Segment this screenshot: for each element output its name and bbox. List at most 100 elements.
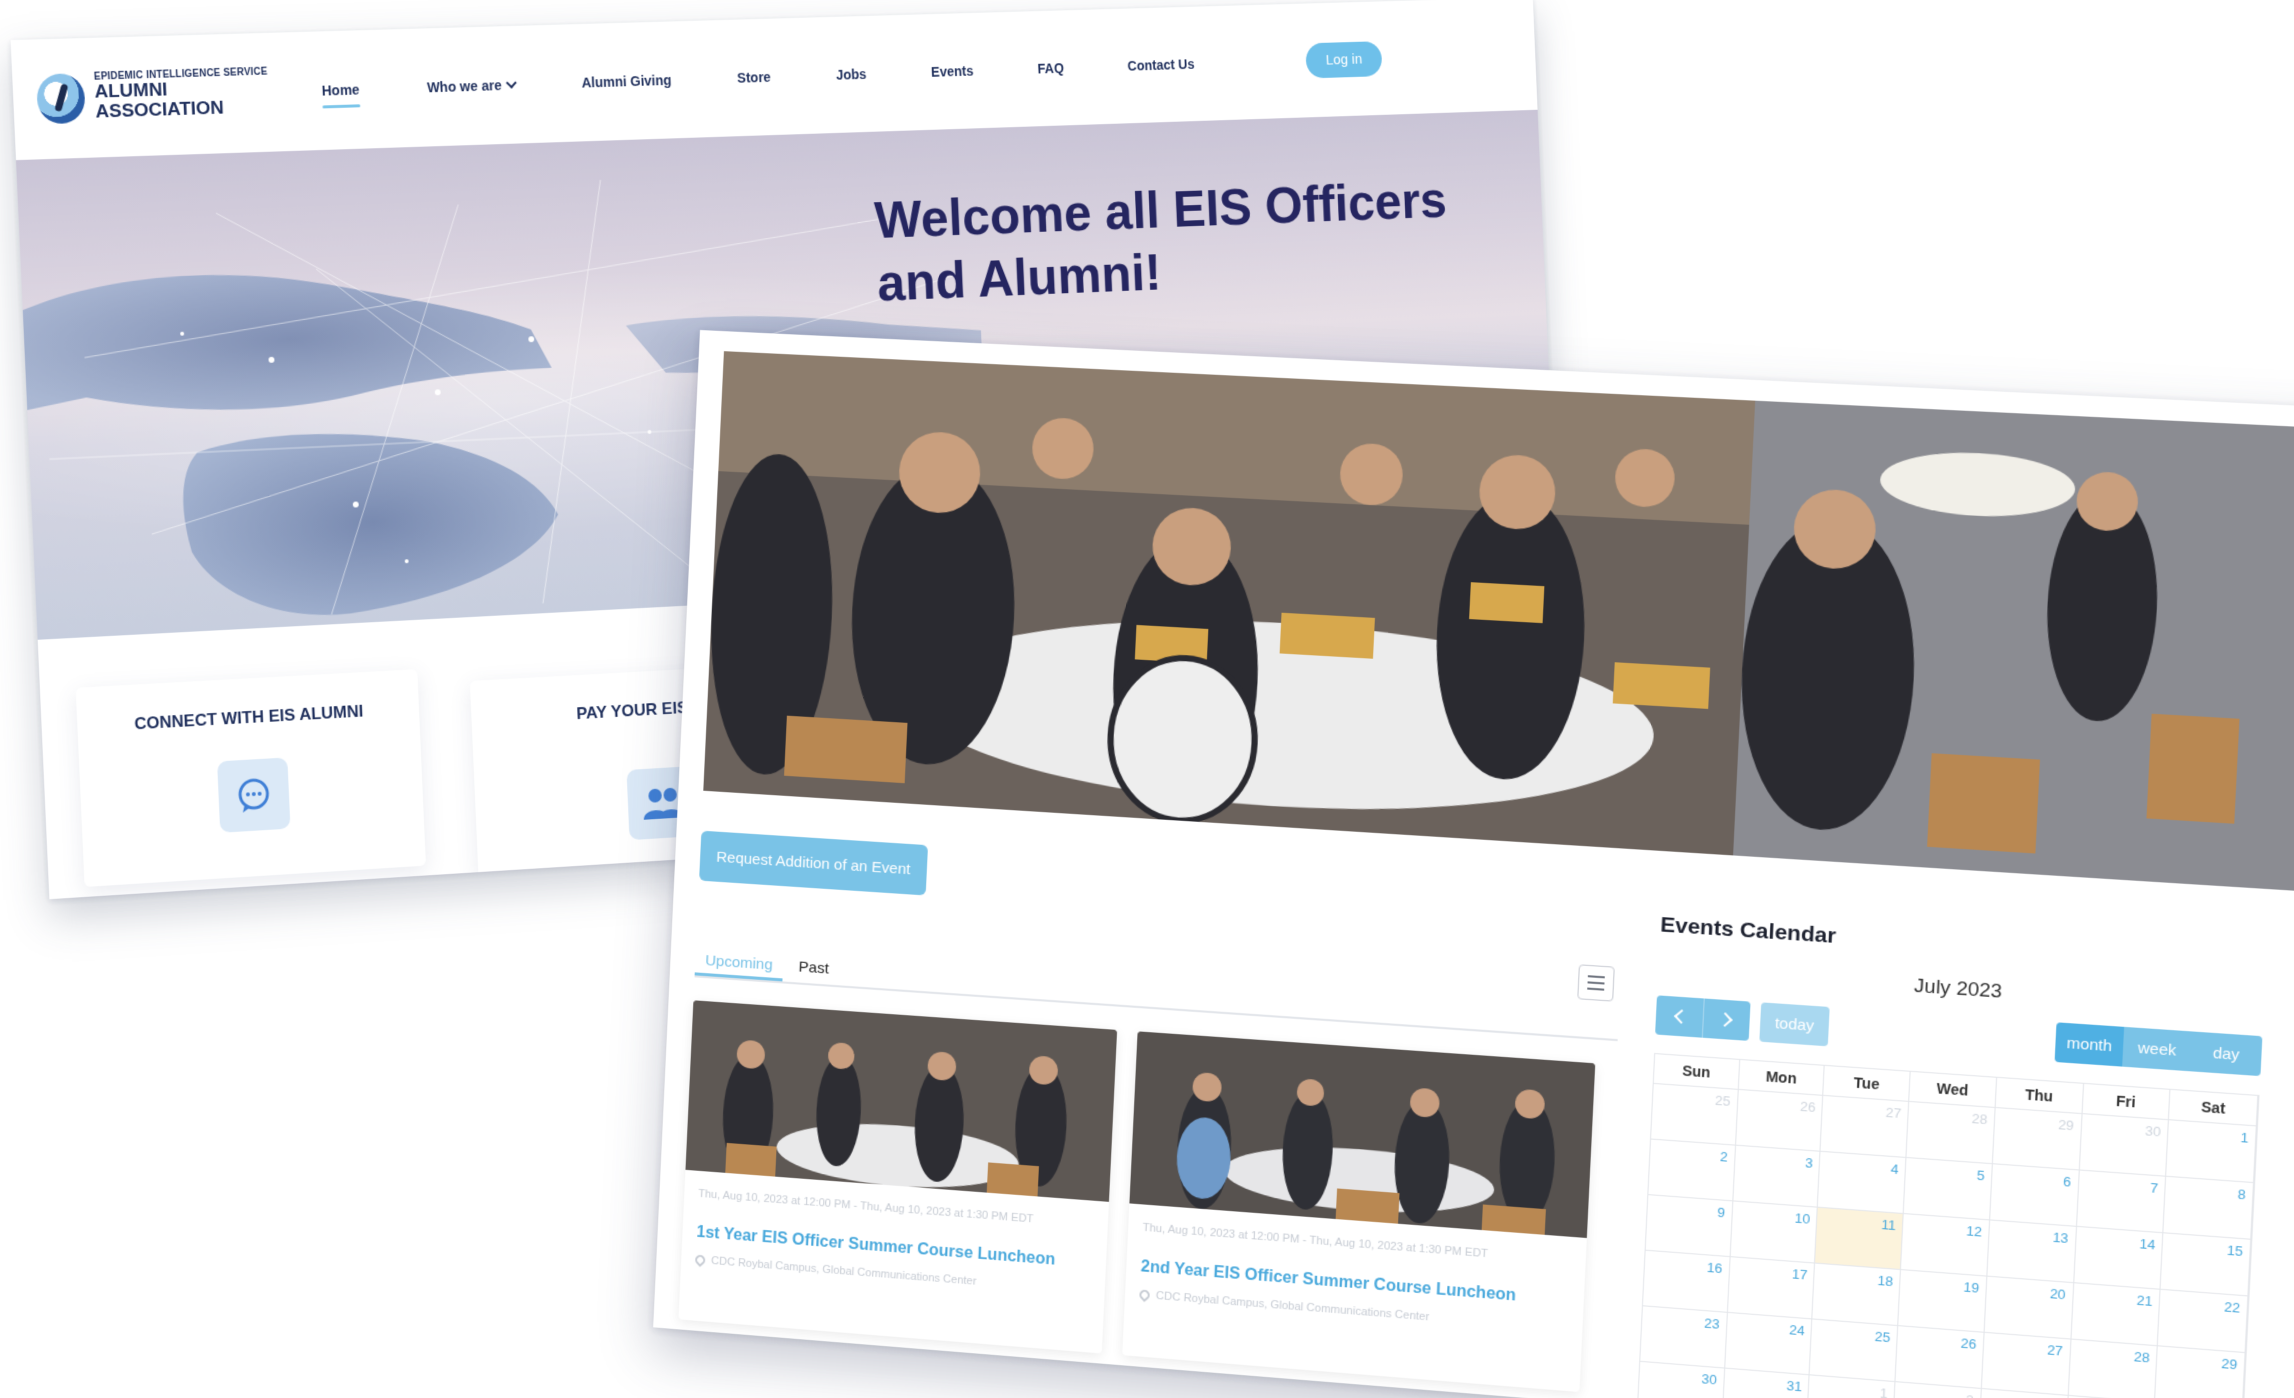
calendar-day[interactable]: 6 [1990,1164,2080,1226]
calendar-day-number: 21 [2136,1292,2154,1310]
day-header: Tue [1823,1065,1911,1101]
calendar-day[interactable]: 12 [1901,1214,1990,1276]
calendar-day[interactable]: 29 [2155,1346,2246,1398]
calendar-day[interactable]: 1 [2166,1120,2257,1183]
nav-jobs[interactable]: Jobs [835,57,867,93]
calendar-day-number: 24 [1788,1321,1806,1339]
day-header: Sun [1653,1054,1740,1089]
nav-store[interactable]: Store [736,59,771,95]
logo-emblem-icon [36,72,87,125]
calendar-day-number: 30 [2144,1122,2162,1140]
day-header: Wed [1909,1071,1997,1107]
tab-upcoming[interactable]: Upcoming [694,945,784,982]
events-calendar: Events Calendar July 2023 today month we… [1636,913,2266,1398]
calendar-day-number: 23 [1703,1315,1720,1332]
nav-events[interactable]: Events [930,53,974,89]
calendar-day[interactable]: 7 [2076,1170,2167,1233]
calendar-day[interactable]: 22 [2158,1289,2249,1353]
calendar-day-number: 10 [1794,1210,1811,1227]
nav-who-we-are[interactable]: Who we are [426,67,517,105]
calendar-day[interactable]: 15 [2160,1233,2252,1296]
list-view-icon[interactable] [1577,964,1615,1002]
calendar-day[interactable]: 30 [1637,1361,1725,1398]
calendar-week-view-button[interactable]: week [2122,1026,2193,1072]
calendar-day[interactable]: 27 [1821,1095,1910,1157]
nav-faq[interactable]: FAQ [1037,51,1065,86]
calendar-day-number: 16 [1706,1259,1723,1277]
day-header: Mon [1738,1059,1826,1095]
calendar-day[interactable]: 28 [1906,1101,1996,1164]
luncheon-photo-banner [703,351,2294,892]
calendar-prev-button[interactable] [1655,995,1704,1038]
calendar-day[interactable]: 27 [1981,1332,2072,1395]
location-pin-icon [1137,1287,1152,1303]
calendar-day[interactable]: 19 [1898,1270,1988,1332]
calendar-today-button[interactable]: today [1759,1002,1830,1047]
chevron-left-icon [1673,1009,1690,1024]
calendar-day[interactable]: 14 [2073,1226,2164,1289]
calendar-day[interactable]: 21 [2071,1283,2161,1346]
calendar-day-number: 26 [1799,1098,1816,1116]
calendar-day[interactable]: 16 [1643,1250,1731,1312]
calendar-day[interactable]: 20 [1984,1276,2074,1339]
day-header: Fri [2082,1083,2171,1120]
calendar-day[interactable]: 9 [1645,1195,1734,1257]
calendar-day-today[interactable]: 11 [1815,1207,1904,1270]
logo[interactable]: EPIDEMIC INTELLIGENCE SERVICE ALUMNI ASS… [36,66,294,125]
calendar-day-number: 27 [1885,1104,1902,1122]
hero-title: Welcome all EIS Officers and Alumni! [873,171,1448,313]
calendar-day-number: 3 [1804,1154,1814,1171]
card-title: CONNECT WITH EIS ALUMNI [133,701,364,734]
request-event-button[interactable]: Request Addition of an Event [699,830,929,896]
calendar-day[interactable]: 2 [1648,1139,1736,1201]
calendar-month-view-button[interactable]: month [2054,1022,2125,1067]
calendar-day-number: 25 [1714,1092,1731,1110]
calendar-day[interactable]: 25 [1651,1083,1739,1145]
day-header: Thu [1995,1077,2084,1114]
calendar-day[interactable]: 4 [1818,1151,1907,1214]
connect-alumni-card[interactable]: CONNECT WITH EIS ALUMNI [75,669,426,888]
logo-line2: ALUMNI ASSOCIATION [94,79,225,123]
calendar-day[interactable]: 5 [1903,1158,1993,1220]
calendar-day-number: 28 [1971,1110,1988,1128]
calendar-grid: Sun Mon Tue Wed Thu Fri Sat 25 26 27 28 29 30… [1636,1052,2260,1398]
nav-home[interactable]: Home [321,72,360,109]
calendar-day-number: 8 [2237,1186,2247,1203]
calendar-next-button[interactable] [1701,998,1751,1041]
calendar-day[interactable]: 17 [1727,1257,1816,1319]
calendar-day-number: 4 [1890,1161,1899,1178]
calendar-day-number: 27 [2046,1341,2064,1359]
calendar-day-number: 29 [2057,1116,2075,1134]
calendar-day[interactable]: 3 [1733,1145,1821,1207]
login-button[interactable]: Log in [1305,40,1383,78]
calendar-day[interactable]: 23 [1640,1306,1728,1368]
chevron-down-icon [505,77,517,89]
calendar-day-number: 2 [1719,1148,1729,1165]
tab-past[interactable]: Past [788,952,840,985]
calendar-day[interactable]: 8 [2163,1176,2255,1239]
calendar-day[interactable]: 29 [1992,1108,2083,1170]
calendar-day[interactable]: 26 [1735,1089,1824,1151]
calendar-day[interactable]: 13 [1987,1220,2077,1283]
nav-alumni-giving[interactable]: Alumni Giving [581,62,672,100]
event-photo [1129,1031,1596,1239]
calendar-day[interactable]: 28 [2068,1339,2159,1398]
events-page-screenshot: Request Addition of an Event Upcoming Pa… [653,330,2294,1398]
chat-bubble-icon [217,757,291,833]
calendar-day-number: 28 [2133,1348,2151,1366]
calendar-day[interactable]: 18 [1812,1263,1902,1326]
calendar-day[interactable]: 26 [1895,1326,1985,1388]
event-card[interactable]: Thu, Aug 10, 2023 at 12:00 PM - Thu, Aug… [678,1000,1118,1354]
calendar-day[interactable]: 30 [2079,1114,2170,1176]
calendar-day-view-button[interactable]: day [2190,1031,2263,1077]
calendar-day[interactable]: 24 [1724,1312,1813,1375]
day-header: Sat [2169,1089,2259,1126]
calendar-day[interactable]: 25 [1810,1319,1899,1382]
nav-contact-us[interactable]: Contact Us [1127,47,1195,83]
calendar-day-number: 17 [1791,1266,1808,1283]
nav-menu: Home Who we are Alumni Giving Store Jobs… [321,43,1307,108]
event-card[interactable]: Thu, Aug 10, 2023 at 12:00 PM - Thu, Aug… [1122,1031,1596,1393]
calendar-day-number: 26 [1960,1335,1977,1353]
calendar-day-number: 1 [1879,1385,1888,1398]
calendar-day[interactable]: 10 [1730,1201,1819,1263]
